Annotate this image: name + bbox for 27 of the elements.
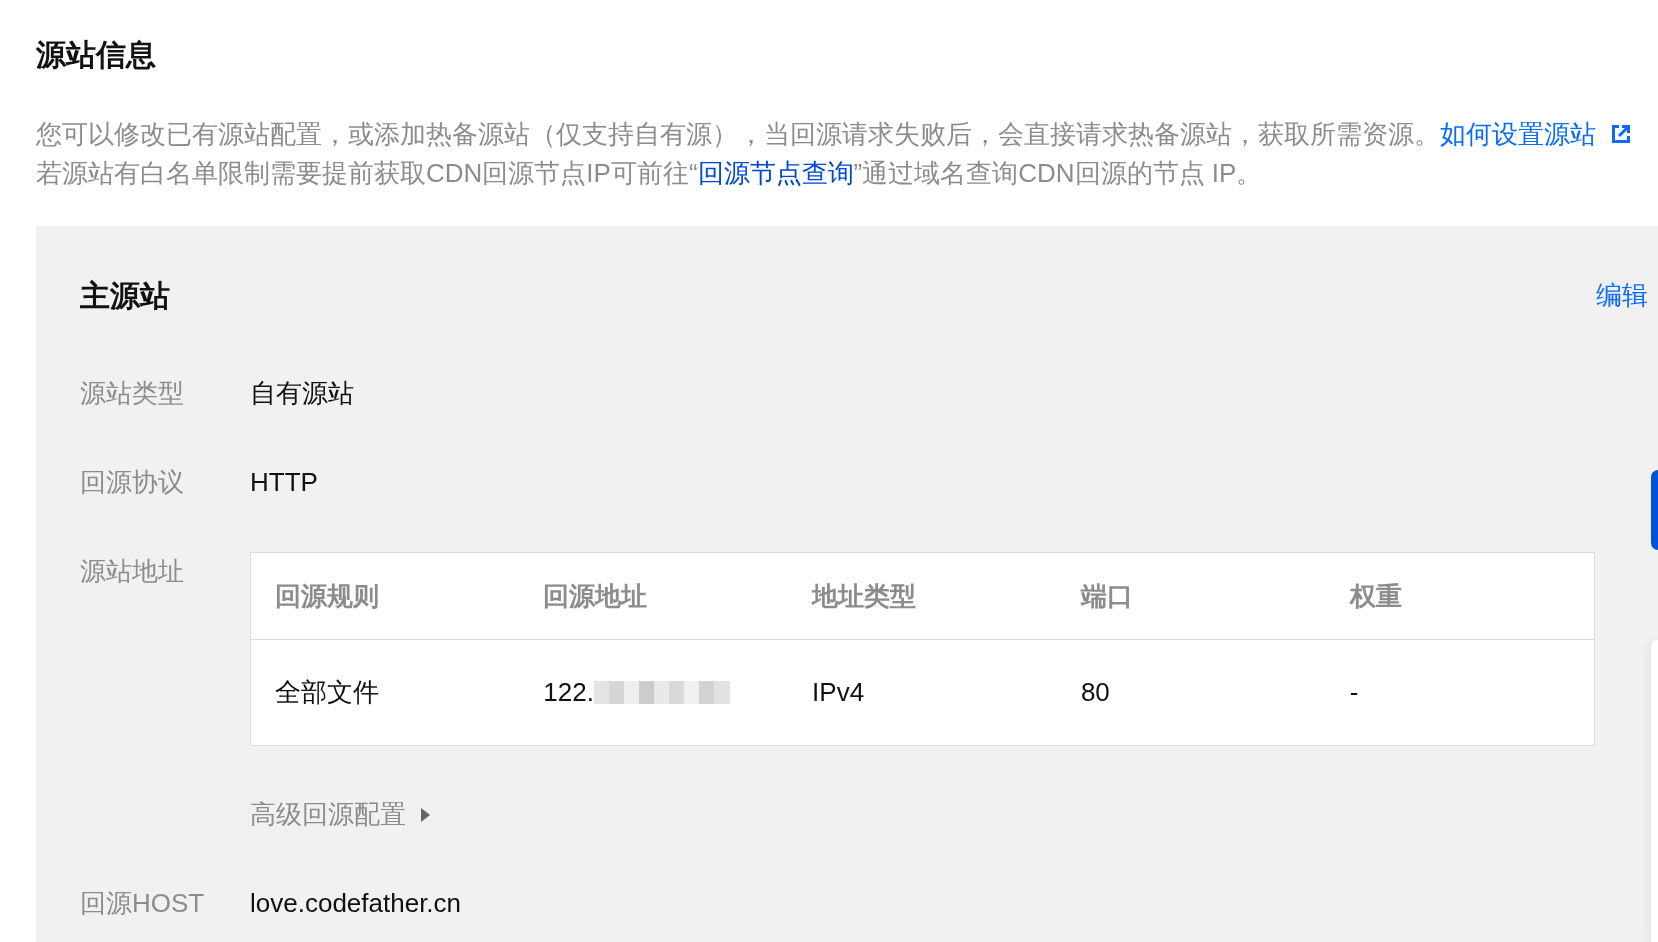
table-cell: IPv4 xyxy=(812,677,865,707)
edit-link[interactable]: 编辑 xyxy=(1596,276,1648,315)
column-header: 端口 xyxy=(1056,552,1326,640)
field-label: 回源协议 xyxy=(80,466,184,499)
field-value: 自有源站 xyxy=(250,377,354,410)
field-label: 回源HOST xyxy=(80,887,205,920)
field-value: love.codefather.cn xyxy=(250,887,462,920)
column-header: 回源规则 xyxy=(250,552,520,640)
column-header: 回源地址 xyxy=(519,552,789,640)
column-header: 地址类型 xyxy=(788,552,1057,640)
table-cell: - xyxy=(1349,677,1359,707)
query-link[interactable]: 回源节点查询 xyxy=(697,158,854,188)
field-label: 源站类型 xyxy=(80,377,184,410)
advanced-config-toggle[interactable]: 高级回源配置 xyxy=(250,795,431,834)
table-cell: 80 xyxy=(1080,677,1110,707)
section-title: 源站信息 xyxy=(36,37,156,73)
description-text: 若源站有白名单限制需要提前获取CDN回源节点IP可前往“回源节点查询”通过域名查询CDN回源的节点 IP。 xyxy=(36,157,1263,190)
field-label: 源站地址 xyxy=(80,555,184,588)
field-value: HTTP xyxy=(250,466,318,499)
help-link[interactable]: 如何设置源站 xyxy=(1440,119,1596,149)
table-cell: 122. xyxy=(543,677,594,707)
column-header: 权重 xyxy=(1325,552,1595,640)
external-link-icon xyxy=(1610,123,1632,145)
panel-title: 主源站 xyxy=(80,278,170,314)
description-text: 您可以修改已有源站配置，或添加热备源站（仅支持自有源），当回源请求失败后，会直接请求热备源站，获取所需资源。如何设置源站 xyxy=(36,115,1632,154)
floating-side-tab[interactable] xyxy=(1651,470,1658,550)
table-cell: 全部文件 xyxy=(275,677,379,707)
